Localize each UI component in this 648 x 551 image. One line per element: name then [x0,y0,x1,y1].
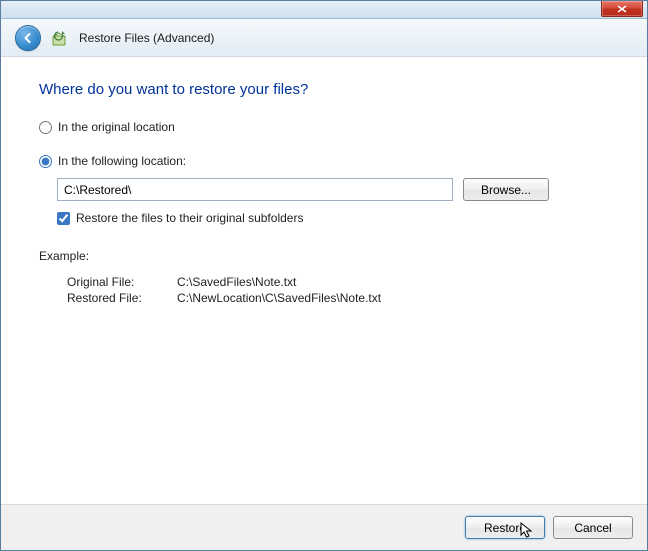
subfolders-label: Restore the files to their original subf… [76,211,303,225]
close-icon [617,5,627,13]
back-button[interactable] [15,25,41,51]
radio-following-label: In the following location: [58,154,186,168]
restore-path-input[interactable] [57,178,453,201]
cancel-button[interactable]: Cancel [553,516,633,539]
example-original-value: C:\SavedFiles\Note.txt [177,275,609,289]
navbar: Restore Files (Advanced) [1,19,647,57]
close-button[interactable] [601,1,643,17]
example-grid: Original File: C:\SavedFiles\Note.txt Re… [67,275,609,305]
location-block: Browse... Restore the files to their ori… [57,178,609,225]
radio-following-location[interactable]: In the following location: [39,154,609,168]
radio-original-location[interactable]: In the original location [39,120,609,134]
subfolders-checkbox[interactable] [57,212,70,225]
path-row: Browse... [57,178,609,201]
browse-button[interactable]: Browse... [463,178,549,201]
example-section: Example: Original File: C:\SavedFiles\No… [39,249,609,305]
radio-original-label: In the original location [58,120,175,134]
restore-files-icon [51,29,69,47]
example-heading: Example: [39,249,609,263]
example-restored-label: Restored File: [67,291,177,305]
restore-button[interactable]: Restore [465,516,545,539]
content-area: Where do you want to restore your files?… [1,57,647,504]
page-heading: Where do you want to restore your files? [39,81,609,98]
example-restored-value: C:\NewLocation\C\SavedFiles\Note.txt [177,291,609,305]
window-title: Restore Files (Advanced) [79,31,214,45]
radio-following-input[interactable] [39,155,52,168]
footer: Restore Cancel [1,504,647,550]
subfolders-checkbox-row[interactable]: Restore the files to their original subf… [57,211,609,225]
titlebar [1,1,647,19]
back-arrow-icon [21,31,35,45]
radio-original-input[interactable] [39,121,52,134]
example-original-label: Original File: [67,275,177,289]
